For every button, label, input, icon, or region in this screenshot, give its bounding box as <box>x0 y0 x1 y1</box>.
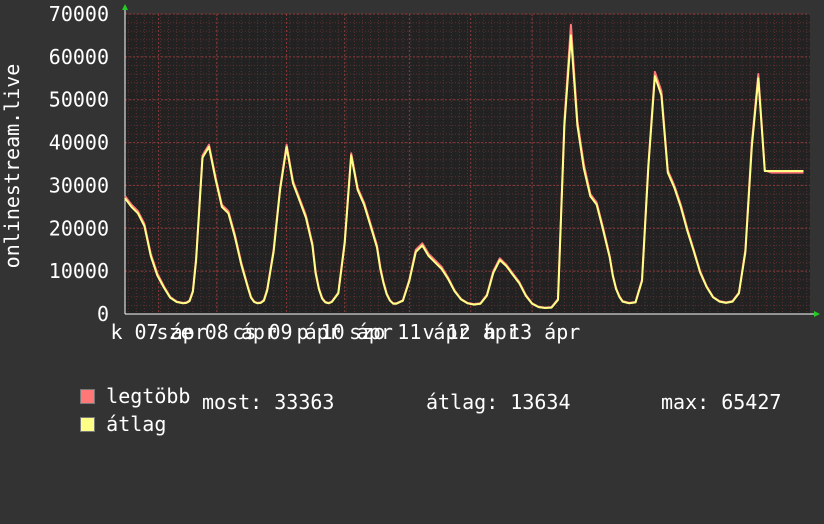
y-tick-label: 0 <box>97 302 109 326</box>
y-tick-label: 60000 <box>49 45 109 69</box>
y-tick-label: 20000 <box>49 216 109 240</box>
y-tick-label: 30000 <box>49 173 109 197</box>
x-axis-arrow <box>814 311 820 317</box>
y-axis-label: onlinestream.live <box>0 64 24 269</box>
stat-max: max: 65427 <box>661 390 782 414</box>
stat-current: most: 33363 <box>202 390 335 414</box>
legend-avg: átlag most: 33363 átlag: 13634 max: 6542… <box>32 390 822 435</box>
x-tick-label: h 13 ápr <box>484 320 580 344</box>
y-axis-arrow <box>122 4 128 10</box>
y-tick-label: 50000 <box>49 88 109 112</box>
legend-max: legtöbb <box>32 363 190 407</box>
chart-window: 0 10000 20000 30000 40000 50000 60000 70000 k 07… <box>0 0 824 435</box>
stat-average: átlag: 13634 <box>426 390 571 414</box>
y-tick-label: 70000 <box>49 2 109 26</box>
y-tick-label: 10000 <box>49 259 109 283</box>
legend-avg-label: átlag <box>106 412 167 436</box>
y-tick-label: 40000 <box>49 131 109 155</box>
